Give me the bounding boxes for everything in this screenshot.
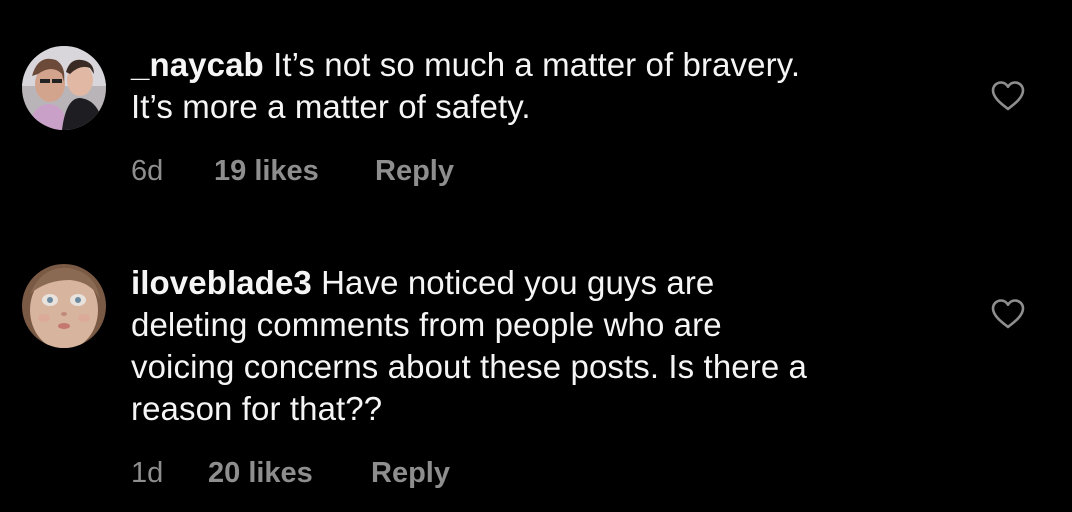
comment-meta: 1d 20 likes Reply: [131, 455, 450, 491]
comment-username[interactable]: iloveblade3: [131, 264, 312, 301]
reply-button[interactable]: Reply: [375, 153, 454, 189]
comment-body-line: voicing concerns about these posts. Is t…: [131, 348, 807, 385]
reply-button[interactable]: Reply: [371, 455, 450, 491]
comment-body: It’s not so much a matter of bravery.: [273, 46, 801, 83]
comment-timestamp: 6d: [131, 155, 164, 187]
heart-outline-icon[interactable]: [990, 298, 1026, 330]
comment-body-line: deleting comments from people who are: [131, 306, 722, 343]
avatar[interactable]: [22, 264, 106, 348]
avatar[interactable]: [22, 46, 106, 130]
comment-body-line: reason for that??: [131, 390, 383, 427]
comment-meta: 6d 19 likes Reply: [131, 153, 454, 189]
comment-timestamp: 1d: [131, 457, 164, 489]
comment-likes-count[interactable]: 20 likes: [208, 455, 371, 491]
comment-text: _naycab It’s not so much a matter of bra…: [131, 44, 951, 128]
heart-outline-icon[interactable]: [990, 80, 1026, 112]
comment-username[interactable]: _naycab: [131, 46, 264, 83]
comment-text: iloveblade3 Have noticed you guys are de…: [131, 262, 951, 430]
comment-likes-count[interactable]: 19 likes: [214, 153, 375, 189]
comment-body-line: It’s more a matter of safety.: [131, 88, 531, 125]
comment-body: Have noticed you guys are: [321, 264, 715, 301]
